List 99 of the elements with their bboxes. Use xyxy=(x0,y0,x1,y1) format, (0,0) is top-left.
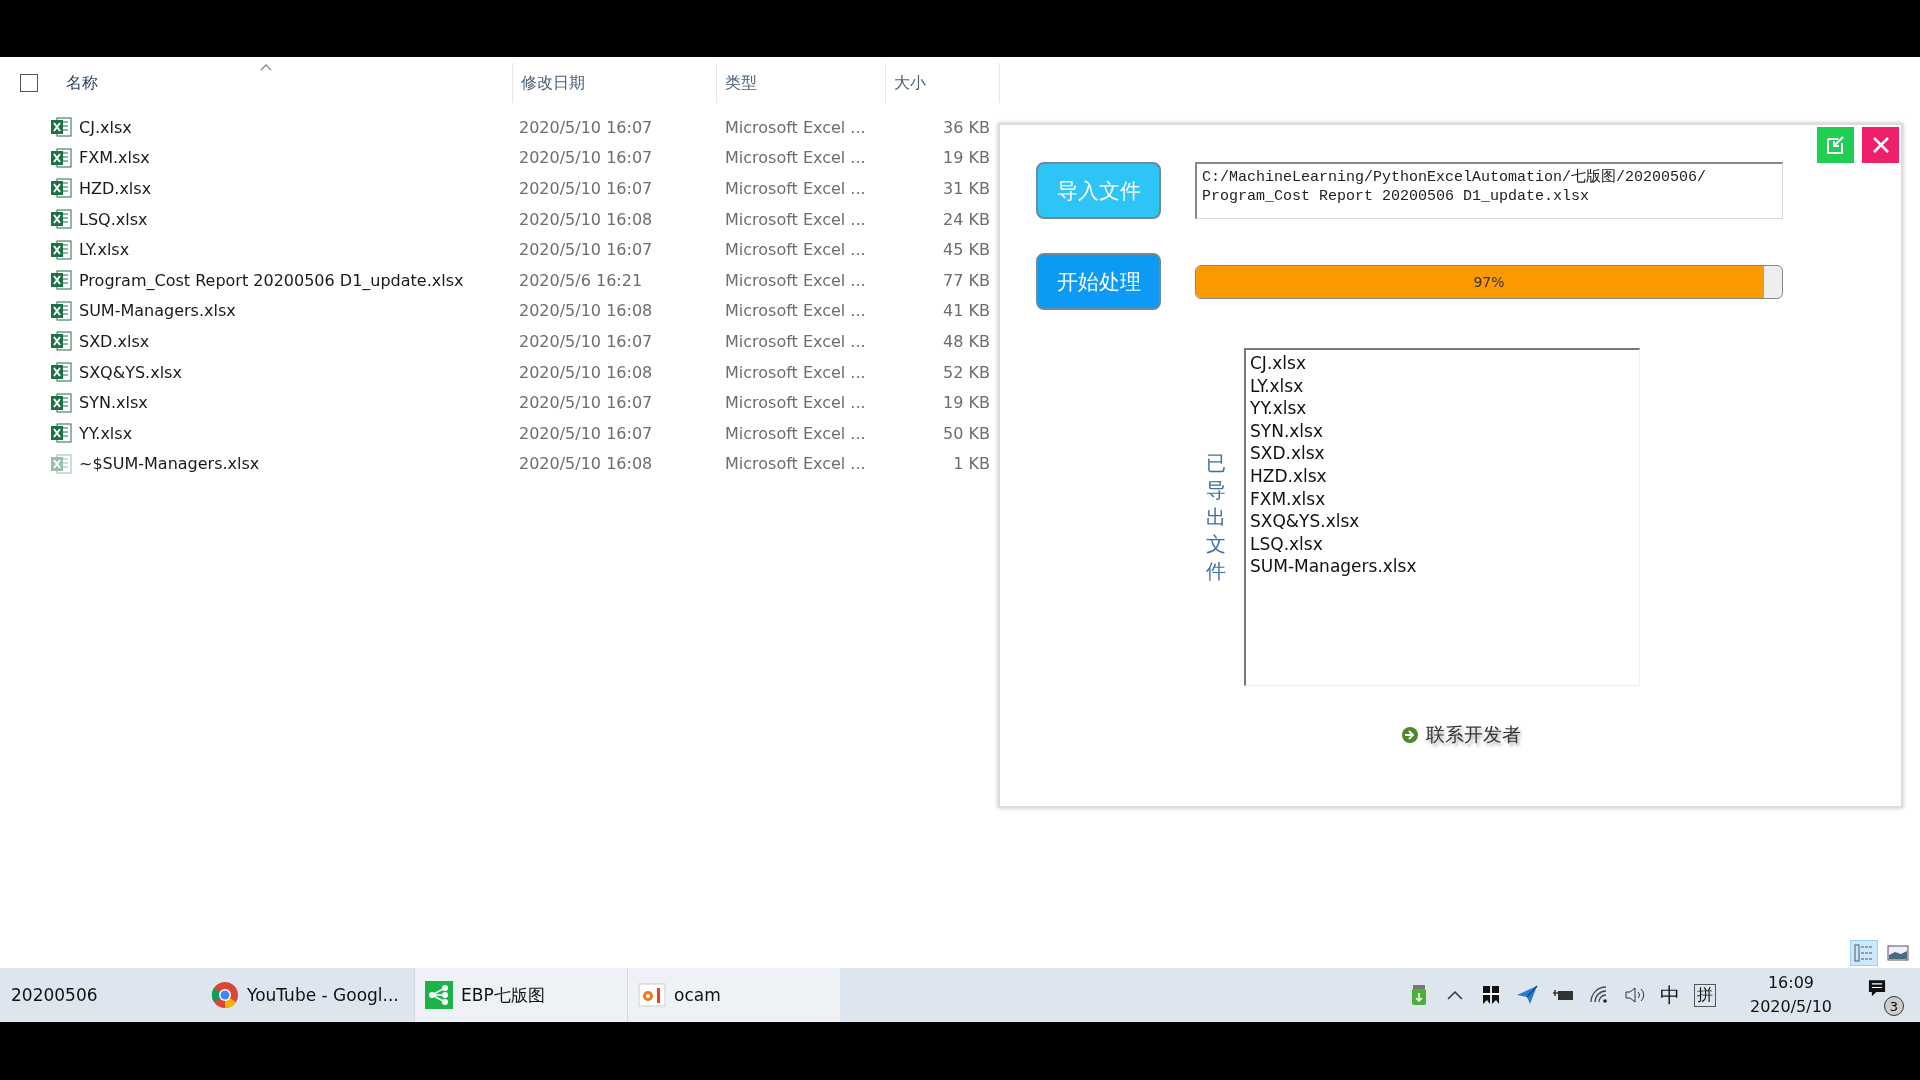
file-size: 52 KB xyxy=(943,362,990,382)
file-name[interactable]: SXQ&YS.xlsx xyxy=(79,362,182,382)
file-date: 2020/5/6 16:21 xyxy=(519,270,643,290)
wifi-icon[interactable] xyxy=(1587,984,1610,1006)
column-header[interactable]: 名称 xyxy=(58,63,513,103)
file-date: 2020/5/10 16:07 xyxy=(519,331,653,351)
faded-excel-file-icon xyxy=(50,452,72,475)
list-item[interactable]: YY.xlsx xyxy=(1250,397,1635,420)
excel-file-icon xyxy=(50,116,72,139)
clock-time[interactable]: 16:09 xyxy=(1767,971,1815,995)
excel-file-icon xyxy=(50,208,72,231)
file-type: Microsoft Excel ... xyxy=(725,393,866,413)
contact-developer-link[interactable]: 联系开发者 xyxy=(1426,722,1521,748)
file-name[interactable]: HZD.xlsx xyxy=(79,179,152,198)
file-type: Microsoft Excel ... xyxy=(725,240,866,260)
list-item[interactable]: SYN.xlsx xyxy=(1250,419,1635,443)
file-date: 2020/5/10 16:08 xyxy=(519,362,653,382)
path-field[interactable]: C:/MachineLearning/PythonExcelAutomation/七版图/20200506/ Program_Cost Report 20200506 D1_update.xlsx xyxy=(1195,162,1783,219)
file-size: 48 KB xyxy=(943,331,990,351)
speaker-icon[interactable] xyxy=(1623,984,1646,1006)
file-type: Microsoft Excel ... xyxy=(725,270,866,290)
file-type: Microsoft Excel ... xyxy=(725,117,866,137)
list-item[interactable]: FXM.xlsx xyxy=(1250,487,1635,511)
progress-reading: 97% xyxy=(1473,273,1505,290)
column-header[interactable]: 大小 xyxy=(886,63,1000,103)
file-date: 2020/5/10 16:07 xyxy=(519,117,653,137)
excel-file-icon xyxy=(50,238,72,261)
file-name[interactable]: FXM.xlsx xyxy=(79,148,150,168)
list-item[interactable]: SUM-Managers.xlsx xyxy=(1250,555,1635,578)
excel-file-icon xyxy=(50,177,72,200)
file-date: 2020/5/10 16:07 xyxy=(519,423,653,443)
close-button[interactable] xyxy=(1862,127,1899,163)
file-type: Microsoft Excel ... xyxy=(725,362,866,382)
list-item[interactable]: SXQ&YS.xlsx xyxy=(1250,510,1635,533)
column-header[interactable]: 类型 xyxy=(717,63,886,103)
file-size: 45 KB xyxy=(943,240,990,260)
file-name[interactable]: SUM-Managers.xlsx xyxy=(79,301,236,321)
exported-files-label: 已导出文件 xyxy=(1206,449,1226,585)
file-date: 2020/5/10 16:08 xyxy=(519,454,653,474)
input-mode-indicator[interactable]: 中 xyxy=(1659,981,1680,1009)
taskbar-button[interactable]: ocam xyxy=(627,968,840,1022)
file-date: 2020/5/10 16:07 xyxy=(519,240,653,260)
excel-file-icon xyxy=(50,391,72,414)
file-type: Microsoft Excel ... xyxy=(725,179,866,198)
file-type: Microsoft Excel ... xyxy=(725,423,866,443)
taskbar-folder-label[interactable]: 20200506 xyxy=(0,985,201,1005)
file-type: Microsoft Excel ... xyxy=(725,209,866,229)
column-header[interactable]: 修改日期 xyxy=(513,63,717,103)
taskbar-button[interactable]: EBP七版图 xyxy=(414,968,627,1022)
close-icon xyxy=(1870,135,1891,155)
file-name[interactable]: ~$SUM-Managers.xlsx xyxy=(79,454,260,474)
browser-app-icon xyxy=(211,981,239,1009)
clock-date[interactable]: 2020/5/10 xyxy=(1749,995,1832,1019)
file-date: 2020/5/10 16:08 xyxy=(519,301,653,321)
list-item[interactable]: HZD.xlsx xyxy=(1250,464,1635,488)
excel-file-icon xyxy=(50,146,72,169)
file-size: 24 KB xyxy=(943,209,990,229)
recorder-app-icon xyxy=(638,981,666,1009)
file-type: Microsoft Excel ... xyxy=(725,148,866,168)
file-type: Microsoft Excel ... xyxy=(725,331,866,351)
file-size: 1 KB xyxy=(953,454,990,474)
file-type: Microsoft Excel ... xyxy=(725,454,866,474)
file-size: 19 KB xyxy=(943,148,990,168)
file-name[interactable]: YY.xlsx xyxy=(79,423,133,443)
list-item[interactable]: CJ.xlsx xyxy=(1250,352,1635,375)
file-date: 2020/5/10 16:08 xyxy=(519,209,653,229)
export-icon xyxy=(1824,134,1847,156)
paper-plane-icon[interactable] xyxy=(1515,984,1538,1006)
file-name[interactable]: SYN.xlsx xyxy=(79,393,148,413)
file-size: 41 KB xyxy=(943,301,990,321)
file-size: 50 KB xyxy=(943,423,990,443)
file-size: 31 KB xyxy=(943,179,990,198)
list-item[interactable]: SXD.xlsx xyxy=(1250,442,1635,465)
file-name[interactable]: CJ.xlsx xyxy=(79,117,132,137)
file-type: Microsoft Excel ... xyxy=(725,301,866,321)
sort-caret-icon xyxy=(260,63,272,71)
excel-file-icon xyxy=(50,299,72,322)
excel-file-icon xyxy=(50,330,72,353)
exported-files-list[interactable]: CJ.xlsx LY.xlsx YY.xlsx SYN.xlsx SXD.xlsx HZD.xlsx FXM.xlsx SXQ&YS.xlsx LSQ.xlsx SUM-Managers.xlsx xyxy=(1244,348,1640,686)
excel-file-icon xyxy=(50,361,72,384)
file-size: 36 KB xyxy=(943,117,990,137)
file-size: 77 KB xyxy=(943,270,990,290)
file-name[interactable]: SXD.xlsx xyxy=(79,331,150,351)
excel-file-icon xyxy=(50,269,72,292)
file-date: 2020/5/10 16:07 xyxy=(519,148,653,168)
file-date: 2020/5/10 16:07 xyxy=(519,393,653,413)
file-date: 2020/5/10 16:07 xyxy=(519,179,653,198)
select-all-checkbox[interactable] xyxy=(20,74,38,92)
mindmap-app-icon xyxy=(425,981,453,1009)
file-name[interactable]: LSQ.xlsx xyxy=(79,209,148,229)
notification-count: 3 xyxy=(1884,996,1904,1016)
list-item[interactable]: LSQ.xlsx xyxy=(1250,532,1635,556)
file-size: 19 KB xyxy=(943,393,990,413)
file-name[interactable]: LY.xlsx xyxy=(79,240,130,260)
excel-file-icon xyxy=(50,422,72,445)
input-method-indicator[interactable]: 拼 xyxy=(1693,983,1716,1007)
list-item[interactable]: LY.xlsx xyxy=(1250,374,1635,398)
taskbar-button[interactable]: YouTube - Googl... xyxy=(201,968,414,1022)
file-name[interactable]: Program_Cost Report 20200506 D1_update.xlsx xyxy=(79,270,464,290)
